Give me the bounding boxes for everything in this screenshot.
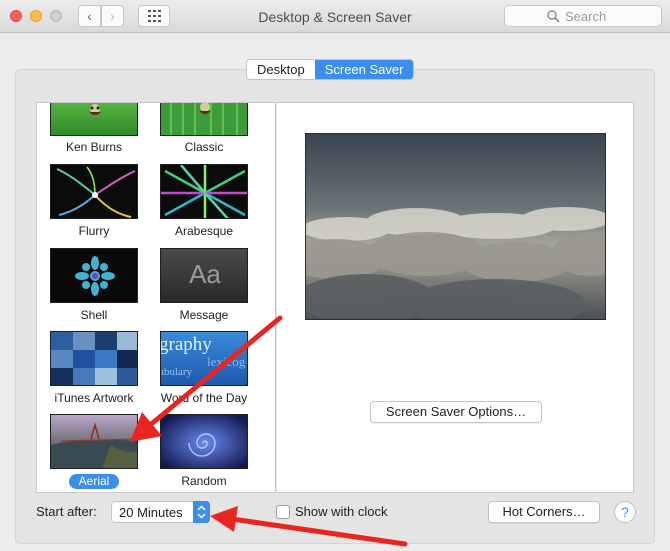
search-placeholder: Search xyxy=(565,9,607,24)
saver-label: Shell xyxy=(80,308,108,322)
show-with-clock-label[interactable]: Show with clock xyxy=(295,504,387,519)
updown-chevron-icon xyxy=(193,501,210,523)
start-after-value: 20 Minutes xyxy=(119,505,183,520)
saver-label: Classic xyxy=(184,140,224,154)
tab-desktop[interactable]: Desktop xyxy=(247,60,315,79)
saver-label: Word of the Day xyxy=(160,391,248,405)
saver-label: Random xyxy=(181,474,227,488)
itunes-artwork-thumbnail xyxy=(50,331,138,386)
flurry-thumbnail xyxy=(50,164,138,219)
saver-label-selected: Aerial xyxy=(69,474,119,489)
screen-saver-list[interactable]: Ken Burns Classic Flurry Arabesque Shell… xyxy=(36,102,276,493)
word-thumb-text: graphy xyxy=(160,334,212,355)
aerial-thumbnail xyxy=(50,414,138,469)
screen-saver-options-button[interactable]: Screen Saver Options… xyxy=(370,401,542,423)
search-field[interactable]: Search xyxy=(504,5,662,27)
arabesque-thumbnail xyxy=(160,164,248,219)
saver-label: Arabesque xyxy=(174,224,234,238)
hot-corners-button[interactable]: Hot Corners… xyxy=(488,501,600,523)
word-thumb-text: abulary xyxy=(160,366,192,378)
title-bar: ‹ › Desktop & Screen Saver Search xyxy=(0,0,670,33)
ken-burns-thumbnail xyxy=(50,103,138,136)
search-icon xyxy=(547,10,560,23)
message-thumb-text: Aa xyxy=(189,259,221,289)
tab-screen-saver[interactable]: Screen Saver xyxy=(314,60,414,79)
help-button[interactable]: ? xyxy=(614,501,636,523)
saver-label: iTunes Artwork xyxy=(54,391,134,405)
start-after-label: Start after: xyxy=(36,504,97,519)
message-thumbnail: Aa xyxy=(160,248,248,303)
saver-label: Message xyxy=(179,308,229,322)
show-with-clock-checkbox[interactable] xyxy=(276,505,290,519)
word-thumb-text: lexicog xyxy=(207,354,246,369)
random-thumbnail xyxy=(160,414,248,469)
saver-label: Ken Burns xyxy=(65,140,123,154)
screen-saver-preview xyxy=(305,133,606,320)
tab-bar: Desktop Screen Saver xyxy=(246,59,415,80)
classic-thumbnail xyxy=(160,103,248,136)
shell-thumbnail xyxy=(50,248,138,303)
start-after-select[interactable]: 20 Minutes xyxy=(111,501,210,523)
saver-label: Flurry xyxy=(78,224,110,238)
word-of-the-day-thumbnail: graphy lexicog abulary xyxy=(160,331,248,386)
